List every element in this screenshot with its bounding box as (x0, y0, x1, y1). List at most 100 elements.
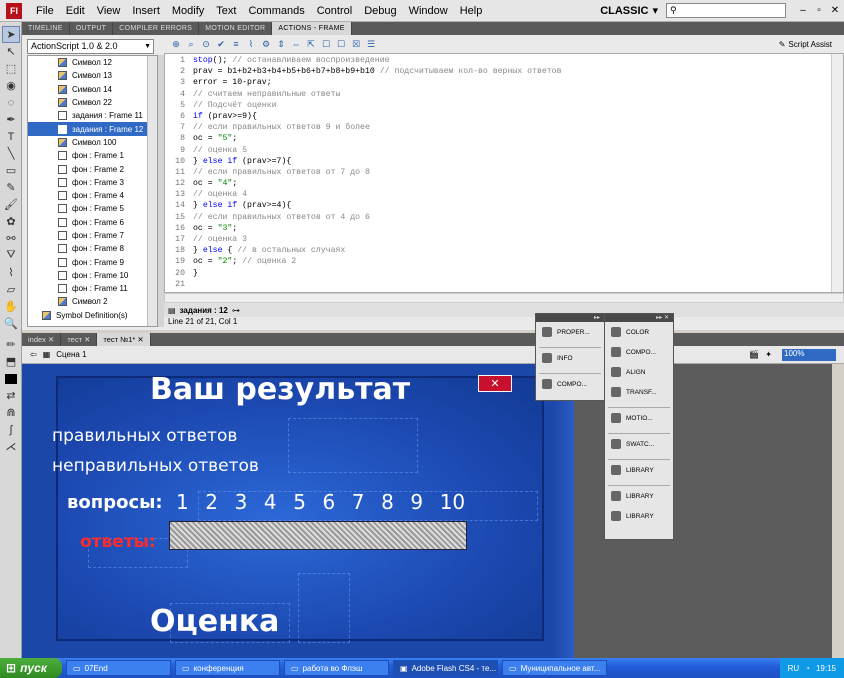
script-pin-tab[interactable]: ▤ задания : 12 ⊶ (164, 303, 844, 317)
document-tab[interactable]: index ✕ (22, 333, 62, 346)
menu-item-debug[interactable]: Debug (358, 5, 402, 17)
find-icon[interactable]: ⌕ (185, 38, 197, 50)
tree-item[interactable]: фон : Frame 1 (28, 149, 157, 162)
panel-button[interactable]: COLOR (605, 322, 673, 342)
taskbar-item[interactable]: ▭ конференция (175, 660, 280, 676)
stage[interactable]: Ваш результат ✕ правильных ответов непра… (22, 364, 832, 658)
code-horizontal-scrollbar[interactable] (164, 293, 844, 303)
swap-colors-icon[interactable]: ⇄ (2, 387, 20, 404)
menu-item-commands[interactable]: Commands (242, 5, 310, 17)
restore-button[interactable]: ▫ (812, 4, 826, 18)
tree-item[interactable]: фон : Frame 5 (28, 202, 157, 215)
subselection-tool-icon[interactable]: ↖ (2, 43, 20, 60)
close-graphic-icon[interactable]: ✕ (478, 375, 512, 392)
menu-item-help[interactable]: Help (454, 5, 489, 17)
menu-item-view[interactable]: View (91, 5, 127, 17)
tree-item[interactable]: фон : Frame 11 (28, 282, 157, 295)
tab-actions-frame[interactable]: ACTIONS - FRAME (272, 22, 352, 35)
stroke-color-icon[interactable]: ✏ (2, 336, 20, 353)
pen-tool-icon[interactable]: ✒ (2, 111, 20, 128)
insert-target-icon[interactable]: ⊙ (200, 38, 212, 50)
code-editor[interactable]: 1 stop (); // останавливаем воспроизведени… (164, 53, 844, 293)
check-syntax-icon[interactable]: ✔ (215, 38, 227, 50)
brush-tool-icon[interactable]: 🖌 (2, 196, 20, 213)
expand-icon[interactable]: ▸▸ ✕ (605, 314, 673, 322)
straighten-icon[interactable]: ⋌ (2, 438, 20, 455)
tree-item[interactable]: Символ 22 (28, 96, 157, 109)
menu-item-text[interactable]: Text (210, 5, 242, 17)
tree-item[interactable]: Символ 2 (28, 295, 157, 308)
tree-item[interactable]: фон : Frame 10 (28, 269, 157, 282)
tree-item[interactable]: Символ 14 (28, 83, 157, 96)
panel-button[interactable]: INFO (536, 348, 604, 368)
zoom-tool-icon[interactable]: 🔍 (2, 315, 20, 332)
language-indicator[interactable]: RU (788, 664, 800, 673)
close-button[interactable]: ✕ (828, 4, 842, 18)
answer-fields[interactable] (169, 521, 467, 550)
edit-scene-icon[interactable]: 🎬 (749, 350, 759, 359)
code-hint-icon[interactable]: ⌇ (245, 38, 257, 50)
tab-timeline[interactable]: TIMELINE (22, 22, 70, 35)
tree-scrollbar[interactable] (147, 56, 157, 326)
collapse-selection-icon[interactable]: ⇔ (290, 38, 302, 50)
tree-item[interactable]: фон : Frame 8 (28, 242, 157, 255)
show-hide-toolbox-icon[interactable]: ☰ (365, 38, 377, 50)
apply-line-comment-icon[interactable]: ☐ (335, 38, 347, 50)
panel-button[interactable]: COMPO... (536, 374, 604, 394)
workspace-switcher[interactable]: CLASSIC ▾ (600, 4, 658, 18)
tree-item[interactable]: фон : Frame 7 (28, 229, 157, 242)
panel-button[interactable]: LIBRARY (605, 460, 673, 480)
close-icon[interactable]: ✕ (135, 335, 143, 344)
tree-item[interactable]: задания : Frame 11 (28, 109, 157, 122)
panel-button[interactable]: COMPO... (605, 342, 673, 362)
taskbar-item[interactable]: ▭ Муниципальное авт... (502, 660, 607, 676)
minimize-button[interactable]: – (796, 4, 810, 18)
menu-item-modify[interactable]: Modify (166, 5, 210, 17)
pencil-tool-icon[interactable]: ✎ (2, 179, 20, 196)
zoom-select[interactable]: 100% (782, 348, 836, 361)
tree-item[interactable]: фон : Frame 3 (28, 176, 157, 189)
deco-tool-icon[interactable]: ✿ (2, 213, 20, 230)
tab-output[interactable]: OUTPUT (70, 22, 114, 35)
collapse-between-icon[interactable]: ⇕ (275, 38, 287, 50)
eraser-tool-icon[interactable]: ▱ (2, 281, 20, 298)
line-tool-icon[interactable]: ╲ (2, 145, 20, 162)
auto-format-icon[interactable]: ≡ (230, 38, 242, 50)
panel-button[interactable]: SWATC... (605, 434, 673, 454)
close-icon[interactable]: ✕ (46, 335, 54, 344)
expand-all-icon[interactable]: ⇱ (305, 38, 317, 50)
snap-icon[interactable]: ⋒ (2, 404, 20, 421)
taskbar-item[interactable]: ▣ Adobe Flash CS4 - те... (393, 660, 498, 676)
tree-item[interactable]: Symbol Definition(s) (28, 309, 157, 322)
tree-item[interactable]: Символ 13 (28, 69, 157, 82)
menu-item-insert[interactable]: Insert (126, 5, 166, 17)
smooth-icon[interactable]: ∫ (2, 421, 20, 438)
code-vertical-scrollbar[interactable] (831, 54, 843, 292)
remove-comment-icon[interactable]: ☒ (350, 38, 362, 50)
panel-button[interactable]: TRANSF... (605, 382, 673, 402)
tree-item[interactable]: Символ 12 (28, 56, 157, 69)
tree-item[interactable]: фон : Frame 4 (28, 189, 157, 202)
free-transform-tool-icon[interactable]: ⬚ (2, 60, 20, 77)
edit-symbols-icon[interactable]: ✦ (765, 350, 772, 359)
start-button[interactable]: ⊞ пуск (0, 658, 62, 678)
tree-item[interactable]: фон : Frame 2 (28, 162, 157, 175)
panel-button[interactable]: LIBRARY (605, 506, 673, 526)
menu-item-file[interactable]: File (30, 5, 60, 17)
pin-icon[interactable]: ⊶ (232, 306, 240, 315)
apply-block-comment-icon[interactable]: ☐ (320, 38, 332, 50)
tree-item[interactable]: фон : Frame 6 (28, 216, 157, 229)
add-statement-icon[interactable]: ⊕ (170, 38, 182, 50)
debug-options-icon[interactable]: ⚙ (260, 38, 272, 50)
panel-button[interactable]: PROPER... (536, 322, 604, 342)
rectangle-tool-icon[interactable]: ▭ (2, 162, 20, 179)
lasso-tool-icon[interactable]: ◌ (2, 94, 20, 111)
menu-item-window[interactable]: Window (403, 5, 454, 17)
tree-item[interactable]: фон : Frame 9 (28, 255, 157, 268)
tab-compiler-errors[interactable]: COMPILER ERRORS (113, 22, 200, 35)
panel-button[interactable]: LIBRARY (605, 486, 673, 506)
expand-icon[interactable]: ▸▸ (536, 314, 604, 322)
taskbar-item[interactable]: ▭ работа во Флэш (284, 660, 389, 676)
black-swatch-icon[interactable] (2, 370, 20, 387)
taskbar-item[interactable]: ▭ 07End (66, 660, 171, 676)
